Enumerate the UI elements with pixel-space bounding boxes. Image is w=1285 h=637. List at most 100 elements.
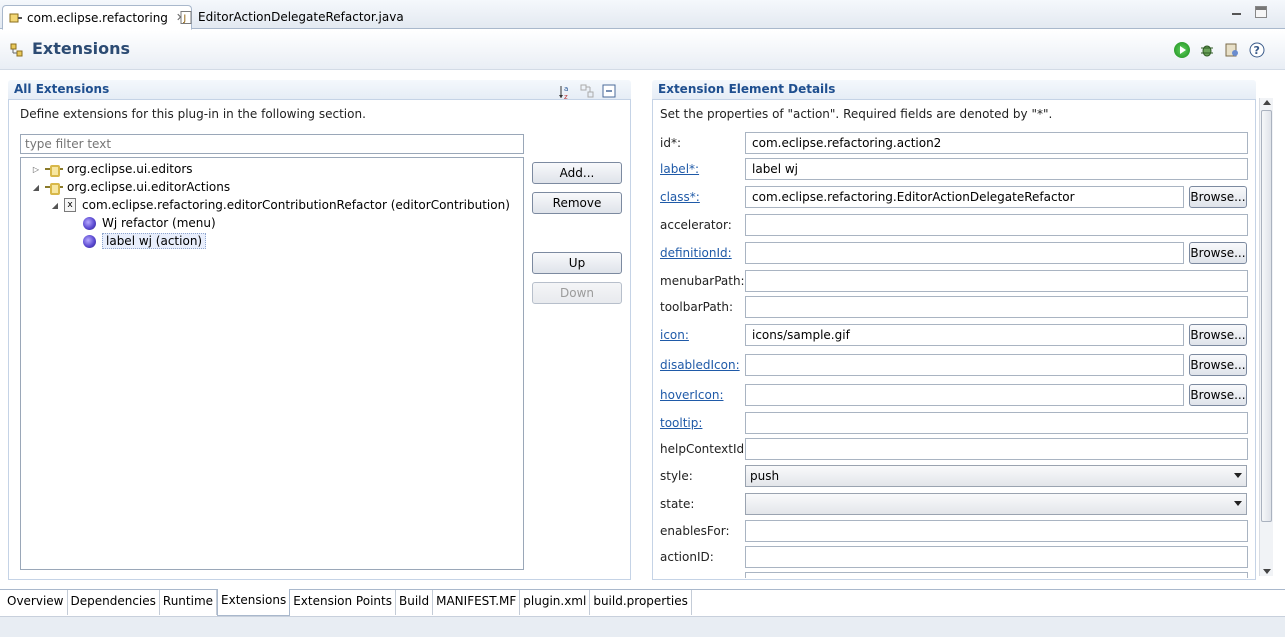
toolbar-path-label: toolbarPath: bbox=[660, 300, 734, 314]
hover-icon-browse-button[interactable]: Browse... bbox=[1189, 384, 1247, 406]
all-extensions-description: Define extensions for this plug-in in th… bbox=[20, 107, 366, 121]
definition-id-browse-button[interactable]: Browse... bbox=[1189, 242, 1247, 264]
menubar-path-field[interactable] bbox=[745, 270, 1248, 292]
label-field[interactable]: label wj bbox=[745, 158, 1248, 180]
maximize-icon[interactable] bbox=[1255, 6, 1267, 18]
details-description: Set the properties of "action". Required… bbox=[660, 107, 1053, 121]
action-id-field[interactable] bbox=[745, 546, 1248, 568]
filter-input[interactable] bbox=[20, 134, 524, 154]
icon-browse-button[interactable]: Browse... bbox=[1189, 324, 1247, 346]
sort-az-icon[interactable]: az bbox=[558, 84, 572, 101]
help-context-id-field[interactable] bbox=[745, 438, 1248, 460]
element-icon: x bbox=[64, 198, 76, 212]
menu-element-icon bbox=[83, 216, 96, 230]
help-context-id-label: helpContextId: bbox=[660, 442, 749, 456]
tooltip-link[interactable]: tooltip: bbox=[660, 416, 702, 430]
tab-dependencies[interactable]: Dependencies bbox=[68, 590, 160, 615]
details-scrollbar[interactable] bbox=[1259, 98, 1273, 576]
scroll-up-icon[interactable] bbox=[1263, 100, 1271, 105]
extensions-icon bbox=[10, 42, 26, 58]
style-select[interactable]: push bbox=[745, 465, 1247, 487]
editor-tab-java-file[interactable]: J EditorActionDelegateRefactor.java bbox=[174, 5, 410, 29]
tree-node-label: Wj refactor (menu) bbox=[102, 216, 216, 230]
tab-manifest[interactable]: MANIFEST.MF bbox=[433, 590, 521, 615]
remove-button[interactable]: Remove bbox=[532, 192, 622, 214]
label-link[interactable]: label*: bbox=[660, 162, 699, 176]
details-section-header[interactable]: Extension Element Details bbox=[652, 80, 1256, 100]
tab-extension-points[interactable]: Extension Points bbox=[290, 590, 396, 615]
tab-plugin-xml[interactable]: plugin.xml bbox=[520, 590, 591, 615]
accelerator-field[interactable] bbox=[745, 214, 1248, 236]
chevron-down-icon bbox=[1234, 501, 1242, 506]
tree-node-label: org.eclipse.ui.editorActions bbox=[67, 180, 231, 194]
expand-icon[interactable]: ▷ bbox=[31, 165, 41, 174]
up-button[interactable]: Up bbox=[532, 252, 622, 274]
icon-field[interactable]: icons/sample.gif bbox=[745, 324, 1184, 346]
scrollbar-thumb[interactable] bbox=[1261, 110, 1272, 522]
tab-overview[interactable]: Overview bbox=[4, 590, 68, 615]
tree-node-label: org.eclipse.ui.editors bbox=[67, 162, 193, 176]
tree-node-action[interactable]: label wj (action) bbox=[83, 232, 207, 250]
action-element-icon bbox=[83, 234, 96, 248]
tab-runtime[interactable]: Runtime bbox=[160, 590, 218, 615]
disabled-icon-field[interactable] bbox=[745, 354, 1184, 376]
svg-text:a: a bbox=[564, 85, 568, 93]
collapse-all-icon[interactable] bbox=[602, 84, 616, 98]
enables-for-field[interactable] bbox=[745, 520, 1248, 542]
hover-icon-link[interactable]: hoverIcon: bbox=[660, 388, 724, 402]
tab-build-properties[interactable]: build.properties bbox=[590, 590, 692, 615]
tree-node-editors[interactable]: ▷ org.eclipse.ui.editors bbox=[31, 160, 193, 178]
section-title: All Extensions bbox=[14, 82, 110, 96]
collapse-icon[interactable]: ◢ bbox=[31, 183, 41, 192]
tree-node-label: label wj (action) bbox=[102, 233, 207, 249]
id-field[interactable]: com.eclipse.refactoring.action2 bbox=[745, 132, 1248, 154]
page-tabs: Overview Dependencies Runtime Extensions… bbox=[0, 589, 1285, 616]
definition-id-field[interactable] bbox=[745, 242, 1184, 264]
class-browse-button[interactable]: Browse... bbox=[1189, 186, 1247, 208]
page-title: Extensions bbox=[32, 39, 131, 58]
window-controls bbox=[1231, 6, 1267, 18]
tree-node-editor-actions[interactable]: ◢ org.eclipse.ui.editorActions bbox=[31, 178, 230, 196]
tab-extensions[interactable]: Extensions bbox=[217, 589, 291, 616]
tree-node-editor-contribution[interactable]: ◢ x com.eclipse.refactoring.editorContri… bbox=[50, 196, 510, 214]
collapse-icon[interactable]: ◢ bbox=[50, 201, 60, 210]
help-icon[interactable]: ? bbox=[1249, 42, 1265, 58]
state-select[interactable] bbox=[745, 493, 1247, 515]
tree-node-label: com.eclipse.refactoring.editorContributi… bbox=[82, 198, 510, 212]
scroll-down-icon[interactable] bbox=[1263, 569, 1271, 574]
class-field[interactable]: com.eclipse.refactoring.EditorActionDele… bbox=[745, 186, 1184, 208]
run-icon[interactable] bbox=[1174, 42, 1190, 58]
style-select-value: push bbox=[750, 469, 780, 483]
java-file-icon: J bbox=[180, 10, 193, 24]
editor-tab-bar: com.eclipse.refactoring ✕ J EditorAction… bbox=[0, 0, 1285, 30]
header-toolbar: ? bbox=[1174, 42, 1265, 58]
definition-id-link[interactable]: definitionId: bbox=[660, 246, 732, 260]
all-extensions-section-header[interactable]: All Extensions bbox=[8, 80, 631, 100]
icon-link[interactable]: icon: bbox=[660, 328, 689, 342]
disabled-icon-browse-button[interactable]: Browse... bbox=[1189, 354, 1247, 376]
menubar-path-label: menubarPath: bbox=[660, 274, 745, 288]
editor-tab-label: com.eclipse.refactoring bbox=[27, 10, 168, 25]
accelerator-label: accelerator: bbox=[660, 218, 732, 232]
export-icon[interactable] bbox=[1224, 42, 1240, 58]
tooltip-field[interactable] bbox=[745, 412, 1248, 434]
debug-icon[interactable] bbox=[1199, 42, 1215, 58]
id-label: id*: bbox=[660, 136, 681, 150]
editor-tab-plugin-manifest[interactable]: com.eclipse.refactoring ✕ bbox=[2, 5, 193, 30]
expand-all-icon[interactable] bbox=[580, 84, 594, 98]
section-title: Extension Element Details bbox=[658, 82, 836, 96]
style-label: style: bbox=[660, 469, 693, 483]
extensions-tree[interactable]: ▷ org.eclipse.ui.editors ◢ org.eclipse.u… bbox=[20, 157, 524, 570]
svg-text:z: z bbox=[564, 93, 568, 100]
tab-build[interactable]: Build bbox=[396, 590, 434, 615]
minimize-icon[interactable] bbox=[1231, 6, 1243, 18]
editor-tab-label: EditorActionDelegateRefactor.java bbox=[198, 10, 404, 24]
add-button[interactable]: Add... bbox=[532, 162, 622, 184]
class-link[interactable]: class*: bbox=[660, 190, 700, 204]
toolbar-path-field[interactable] bbox=[745, 296, 1248, 318]
hover-icon-field[interactable] bbox=[745, 384, 1184, 406]
state-label: state: bbox=[660, 497, 695, 511]
disabled-icon-link[interactable]: disabledIcon: bbox=[660, 358, 740, 372]
tree-node-menu[interactable]: Wj refactor (menu) bbox=[83, 214, 216, 232]
down-button[interactable]: Down bbox=[532, 282, 622, 304]
